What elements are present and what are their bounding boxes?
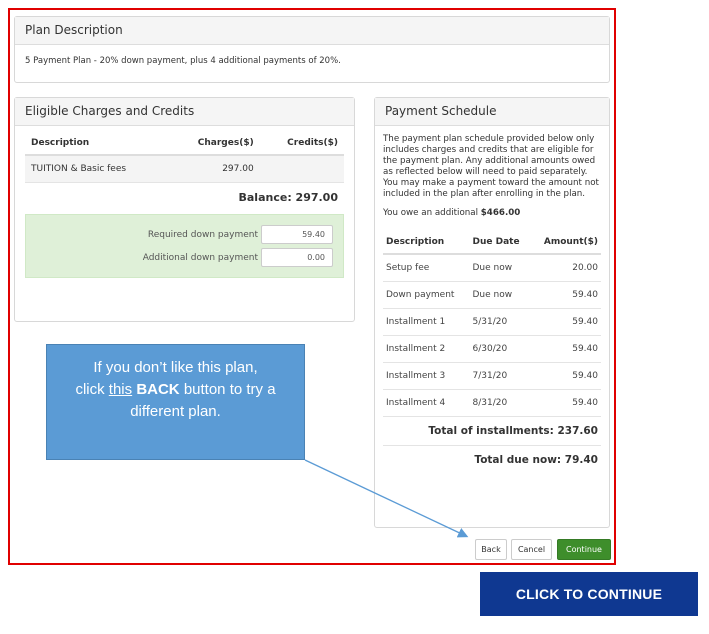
row-amount: 59.40 — [531, 281, 601, 309]
callout-line-1: If you don’t like this plan, — [93, 359, 258, 376]
charge-amount: 297.00 — [168, 155, 260, 183]
row-description: Installment 2 — [383, 335, 470, 363]
additional-down-payment-input[interactable] — [261, 248, 333, 267]
additional-down-payment-label: Additional down payment — [142, 252, 258, 263]
callout-this: this — [108, 381, 133, 398]
plan-description-title: Plan Description — [15, 17, 609, 45]
eligible-charges-title: Eligible Charges and Credits — [15, 98, 354, 126]
col-description: Description — [25, 126, 169, 156]
continue-button[interactable]: Continue — [557, 539, 611, 560]
plan-description-panel: Plan Description 5 Payment Plan - 20% do… — [14, 16, 610, 83]
payment-schedule-panel: Payment Schedule The payment plan schedu… — [374, 97, 610, 528]
instruction-callout: If you don’t like this plan, click this … — [46, 344, 305, 460]
table-row: TUITION & Basic fees 297.00 — [25, 155, 344, 183]
payment-schedule-table: Description Due Date Amount($) Setup fee… — [383, 229, 601, 417]
total-installments: Total of installments: 237.60 — [383, 417, 601, 446]
row-description: Installment 4 — [383, 389, 470, 417]
back-button[interactable]: Back — [475, 539, 507, 560]
eligible-charges-table: Description Charges($) Credits($) TUITIO… — [25, 126, 344, 183]
required-down-payment-label: Required down payment — [147, 229, 258, 240]
amount-owed-value: $466.00 — [480, 208, 521, 218]
table-row: Down payment Due now 59.40 — [383, 281, 601, 309]
row-due-date: 6/30/20 — [469, 335, 532, 363]
row-due-date: Due now — [469, 254, 532, 282]
highlight-frame: Plan Description 5 Payment Plan - 20% do… — [8, 8, 616, 565]
table-row: Installment 4 8/31/20 59.40 — [383, 389, 601, 417]
table-row: Installment 3 7/31/20 59.40 — [383, 362, 601, 390]
row-amount: 59.40 — [531, 335, 601, 363]
eligible-charges-panel: Eligible Charges and Credits Description… — [14, 97, 355, 322]
cancel-button[interactable]: Cancel — [511, 539, 552, 560]
amount-owed-prefix: You owe an additional — [383, 208, 478, 218]
row-amount: 59.40 — [531, 389, 601, 417]
callout-line-3: different plan. — [130, 403, 221, 420]
row-amount: 59.40 — [531, 362, 601, 390]
row-due-date: 5/31/20 — [469, 308, 532, 336]
callout-line-2-post: button to try a — [179, 381, 276, 398]
col-amount: Amount($) — [531, 229, 601, 255]
charge-description: TUITION & Basic fees — [25, 155, 169, 183]
col-charges: Charges($) — [168, 126, 260, 156]
down-payment-box: Required down payment Additional down pa… — [25, 214, 344, 278]
credit-amount — [259, 155, 344, 183]
row-amount: 59.40 — [531, 308, 601, 336]
required-down-payment-input[interactable] — [261, 225, 333, 244]
row-description: Installment 3 — [383, 362, 470, 390]
payment-schedule-title: Payment Schedule — [375, 98, 609, 126]
col-description: Description — [383, 229, 470, 255]
row-due-date: Due now — [469, 281, 532, 309]
schedule-note: The payment plan schedule provided below… — [383, 134, 599, 199]
callout-line-2-pre: click — [75, 381, 109, 398]
row-description: Down payment — [383, 281, 470, 309]
row-due-date: 7/31/20 — [469, 362, 532, 390]
table-row: Installment 1 5/31/20 59.40 — [383, 308, 601, 336]
callout-line-2: click this BACK button to try a — [47, 379, 304, 401]
row-amount: 20.00 — [531, 254, 601, 282]
row-description: Setup fee — [383, 254, 470, 282]
row-description: Installment 1 — [383, 308, 470, 336]
amount-owed: You owe an additional $466.00 — [383, 208, 601, 219]
click-to-continue-banner[interactable]: CLICK TO CONTINUE — [480, 572, 698, 616]
plan-description-text: 5 Payment Plan - 20% down payment, plus … — [25, 56, 341, 66]
col-due-date: Due Date — [469, 229, 532, 255]
row-due-date: 8/31/20 — [469, 389, 532, 417]
balance: Balance: 297.00 — [238, 191, 339, 204]
table-row: Installment 2 6/30/20 59.40 — [383, 335, 601, 363]
callout-back: BACK — [136, 381, 180, 398]
col-credits: Credits($) — [259, 126, 344, 156]
total-due-now: Total due now: 79.40 — [474, 454, 598, 466]
table-row: Setup fee Due now 20.00 — [383, 254, 601, 282]
